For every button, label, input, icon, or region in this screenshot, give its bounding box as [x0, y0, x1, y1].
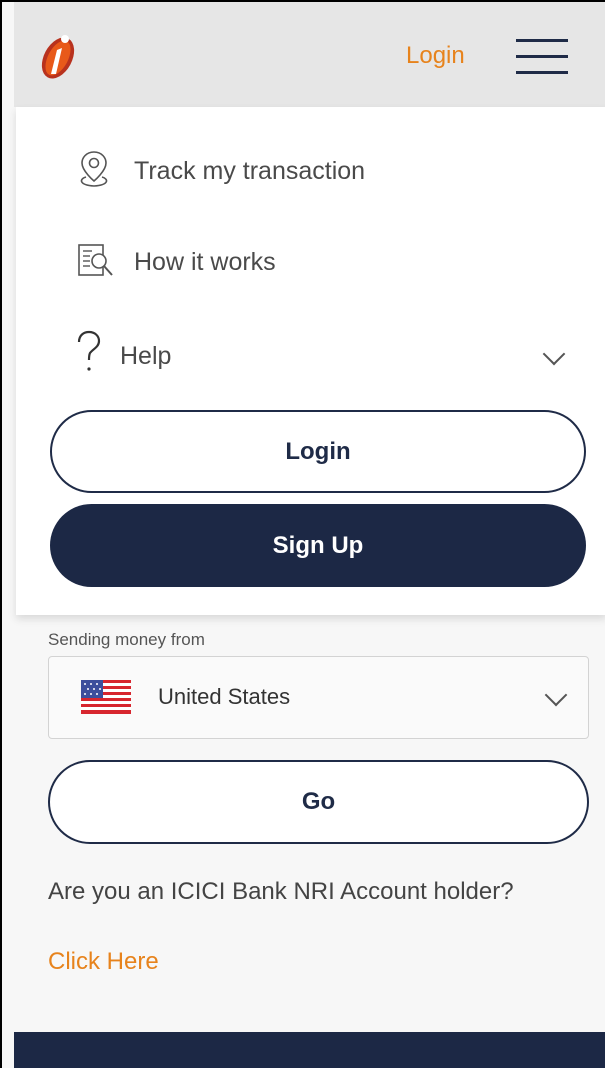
app-frame: Login Track my transaction How it works …: [0, 0, 605, 1068]
footer-bar: [14, 1032, 605, 1068]
document-search-icon: [78, 244, 113, 276]
chevron-down-icon: [544, 683, 568, 707]
sending-money-label: Sending money from: [48, 630, 205, 649]
menu-item-help[interactable]: Help: [16, 323, 605, 383]
go-button[interactable]: Go: [48, 760, 589, 844]
signup-button[interactable]: Sign Up: [50, 504, 586, 587]
selected-country: United States: [158, 684, 291, 709]
question-mark-icon: [77, 330, 101, 371]
menu-item-how-it-works[interactable]: How it works: [16, 231, 605, 291]
nav-menu-panel: Track my transaction How it works Help L: [16, 107, 605, 615]
us-flag-icon: [81, 680, 131, 714]
chevron-down-icon[interactable]: [542, 342, 566, 366]
click-here-link[interactable]: Click Here: [48, 948, 159, 976]
top-header: Login: [14, 2, 605, 107]
hamburger-menu-icon[interactable]: [516, 39, 568, 75]
nri-account-question: Are you an ICICI Bank NRI Account holder…: [48, 878, 514, 905]
icici-logo[interactable]: [38, 30, 78, 82]
menu-item-label: Help: [120, 342, 172, 370]
country-select[interactable]: United States: [48, 656, 589, 739]
location-pin-icon: [80, 151, 108, 187]
login-button[interactable]: Login: [50, 410, 586, 493]
menu-item-label: Track my transaction: [134, 157, 366, 185]
menu-item-track-transaction[interactable]: Track my transaction: [16, 141, 605, 201]
header-login-link[interactable]: Login: [406, 42, 465, 70]
menu-item-label: How it works: [134, 248, 276, 276]
